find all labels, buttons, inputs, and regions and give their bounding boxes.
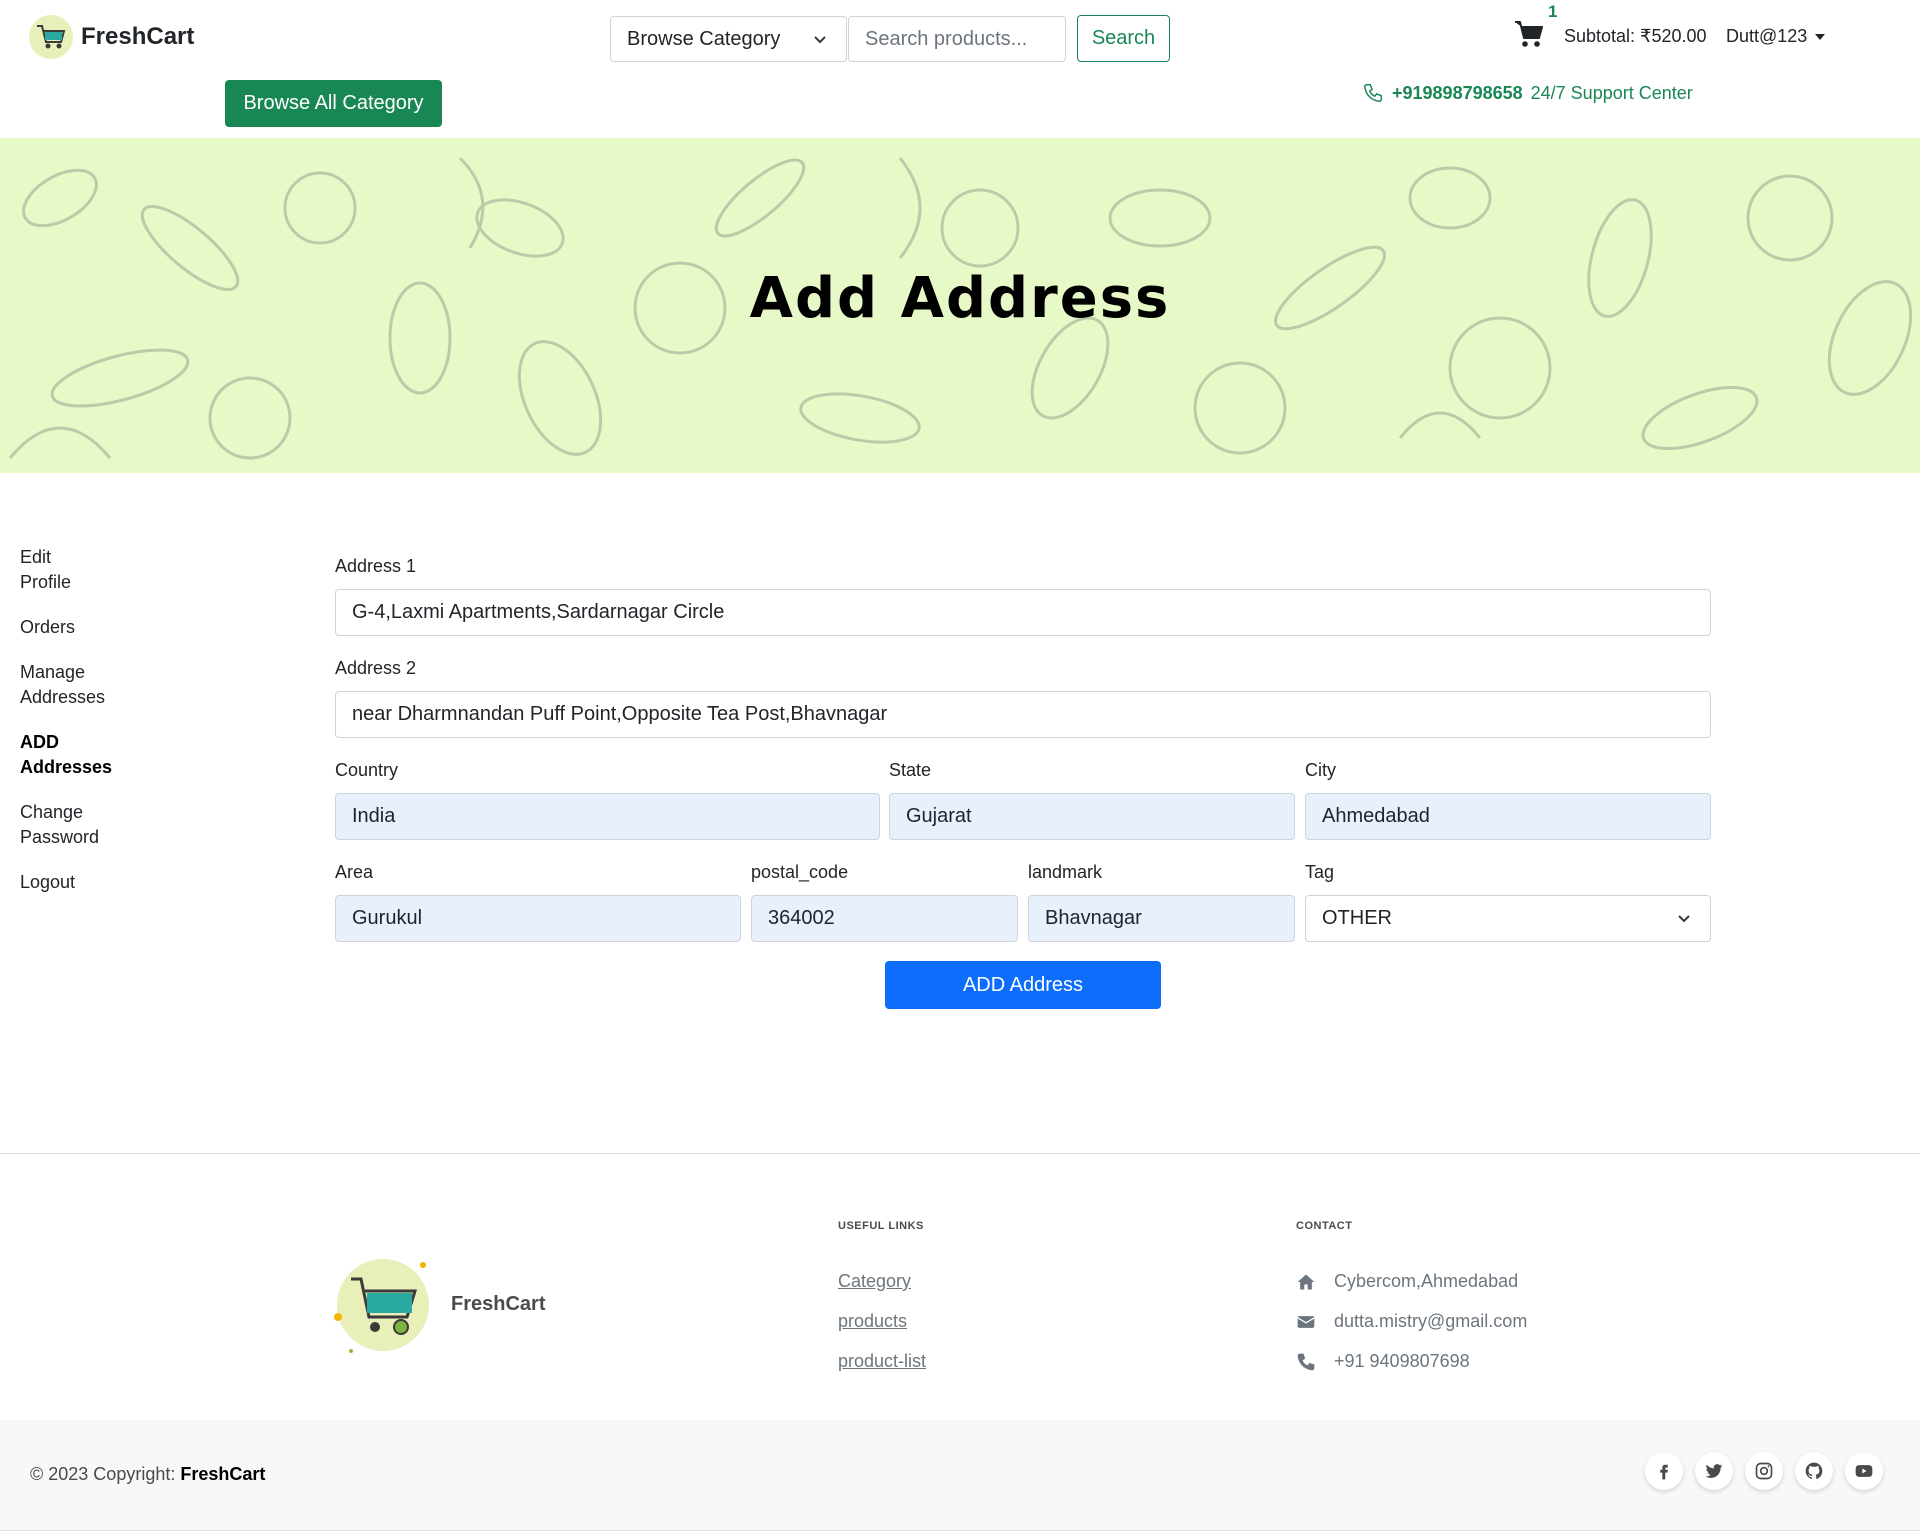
footer-bottom-bar: © 2023 Copyright: FreshCart [0, 1420, 1920, 1531]
landmark-input[interactable]: Bhavnagar [1028, 895, 1295, 942]
phone-icon [1364, 84, 1382, 102]
add-address-button[interactable]: ADD Address [885, 961, 1161, 1009]
twitter-icon[interactable] [1695, 1452, 1733, 1490]
state-input[interactable]: Gujarat [889, 793, 1295, 840]
envelope-icon [1297, 1315, 1315, 1328]
copyright-text: © 2023 Copyright: FreshCart [30, 1464, 265, 1485]
contact-address-text: Cybercom,Ahmedabad [1334, 1271, 1519, 1291]
phone-icon [1297, 1353, 1315, 1370]
category-select[interactable]: Browse Category [610, 16, 847, 62]
postal-code-input[interactable]: 364002 [751, 895, 1018, 942]
city-label: City [1305, 760, 1336, 780]
footer-brand-name: FreshCart [451, 1293, 546, 1315]
contact-phone-text: +91 9409807698 [1334, 1351, 1470, 1371]
sidebar-item-change-password[interactable]: Change Password [20, 800, 170, 850]
address2-label: Address 2 [335, 658, 417, 678]
footer-cart-logo-icon [333, 1255, 433, 1355]
sidebar-item-label: Orders [20, 617, 76, 637]
area-input[interactable]: Gurukul [335, 895, 741, 942]
youtube-icon[interactable] [1845, 1452, 1883, 1490]
sidebar-item-label: Addresses [20, 687, 106, 707]
sidebar-item-logout[interactable]: Logout [20, 870, 170, 895]
contact-phone[interactable]: +91 9409807698 [1296, 1351, 1470, 1372]
search-input[interactable]: Search products... [848, 16, 1066, 62]
sidebar-item-orders[interactable]: Orders [20, 615, 170, 640]
copyright-brand[interactable]: FreshCart [180, 1464, 265, 1484]
chevron-down-icon [814, 36, 826, 44]
cart-subtotal: Subtotal: ₹520.00 [1564, 26, 1707, 46]
page-banner: Add Address [0, 138, 1920, 473]
landmark-label: landmark [1028, 862, 1103, 882]
useful-links-heading: USEFUL LINKS [838, 1220, 924, 1232]
postal-code-label: postal_code [751, 862, 849, 882]
contact-heading: CONTACT [1296, 1220, 1353, 1232]
sidebar-item-label: Addresses [20, 757, 113, 777]
state-label: State [889, 760, 932, 780]
address1-input[interactable]: G-4,Laxmi Apartments,Sardarnagar Circle [335, 589, 1711, 636]
contact-address: Cybercom,Ahmedabad [1296, 1271, 1518, 1292]
footer-link-category[interactable]: Category [838, 1271, 911, 1292]
contact-email-text: dutta.mistry@gmail.com [1334, 1311, 1528, 1331]
page-title: Add Address [749, 266, 1171, 331]
site-header: FreshCart Browse All Category Browse Cat… [0, 0, 1920, 138]
sidebar-item-add-addresses[interactable]: ADD Addresses [20, 730, 170, 780]
account-sidebar: Edit Profile Orders Manage Addresses ADD… [20, 545, 170, 915]
instagram-icon[interactable] [1745, 1452, 1783, 1490]
sidebar-item-label: Password [20, 827, 100, 847]
contact-email[interactable]: dutta.mistry@gmail.com [1296, 1311, 1527, 1332]
footer-link-products[interactable]: products [838, 1311, 907, 1332]
brand-name: FreshCart [81, 23, 195, 50]
address1-label: Address 1 [335, 556, 417, 576]
brand-logo[interactable]: FreshCart [29, 15, 194, 59]
username: Dutt@123 [1726, 26, 1808, 46]
sidebar-item-edit-profile[interactable]: Edit Profile [20, 545, 170, 595]
tag-select-value: OTHER [1322, 907, 1392, 929]
search-button[interactable]: Search [1077, 15, 1170, 62]
cart-icon[interactable] [1514, 20, 1544, 53]
support-info: +919898798658 24/7 Support Center [1362, 82, 1693, 104]
copyright-prefix: © 2023 Copyright: [30, 1464, 181, 1484]
category-select-value: Browse Category [627, 27, 781, 50]
caret-down-icon [1815, 33, 1826, 40]
country-label: Country [335, 760, 399, 780]
social-links [1645, 1452, 1883, 1490]
footer-divider [0, 1153, 1920, 1154]
support-phone[interactable]: +919898798658 [1392, 83, 1523, 104]
tag-label: Tag [1305, 862, 1335, 882]
user-menu-dropdown[interactable]: Dutt@123 [1726, 26, 1826, 47]
support-text: 24/7 Support Center [1530, 82, 1693, 103]
facebook-icon[interactable] [1645, 1452, 1683, 1490]
sidebar-item-label: ADD [20, 732, 59, 752]
sidebar-item-label: Profile [20, 572, 72, 592]
city-input[interactable]: Ahmedabad [1305, 793, 1711, 840]
footer-link-product-list[interactable]: product-list [838, 1351, 926, 1372]
sidebar-item-label: Edit [20, 547, 52, 567]
chevron-down-icon [1678, 915, 1690, 923]
country-input[interactable]: India [335, 793, 880, 840]
browse-all-category-button[interactable]: Browse All Category [225, 80, 442, 127]
tag-select[interactable]: OTHER [1305, 895, 1711, 942]
github-icon[interactable] [1795, 1452, 1833, 1490]
area-label: Area [335, 862, 374, 882]
cart-count-badge: 1 [1548, 2, 1558, 21]
sidebar-item-manage-addresses[interactable]: Manage Addresses [20, 660, 170, 710]
address2-input[interactable]: near Dharmnandan Puff Point,Opposite Tea… [335, 691, 1711, 738]
home-icon [1297, 1274, 1315, 1289]
sidebar-item-label: Change [20, 802, 84, 822]
sidebar-item-label: Logout [20, 872, 76, 892]
sidebar-item-label: Manage [20, 662, 86, 682]
cart-logo-icon [29, 15, 73, 59]
